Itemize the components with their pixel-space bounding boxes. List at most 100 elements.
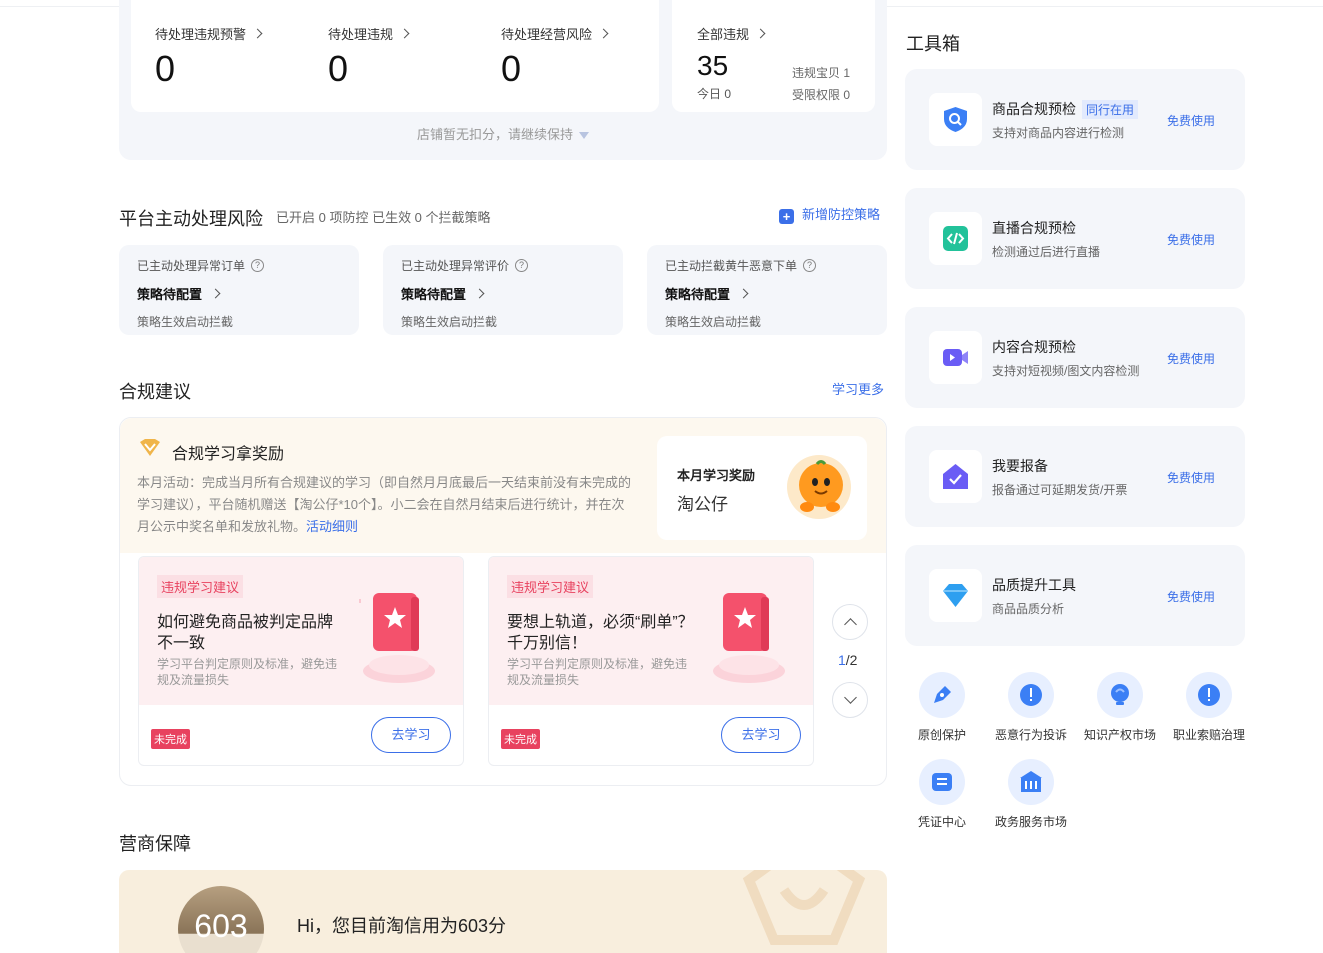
risk-subtitle: 已开启 0 项防控 已生效 0 个拦截策略 bbox=[276, 210, 491, 225]
government-icon bbox=[1008, 759, 1054, 805]
service-government-market[interactable]: 政务服务市场 bbox=[986, 759, 1076, 830]
service-label: 原创保护 bbox=[917, 728, 966, 742]
service-voucher-center[interactable]: 凭证中心 bbox=[897, 759, 987, 830]
risk-card[interactable]: 已主动处理异常订单? 策略待配置 策略生效启动拦截 bbox=[119, 245, 359, 335]
risk-card-desc: 策略生效启动拦截 bbox=[137, 315, 234, 329]
month-reward-value: 淘公仔 bbox=[677, 495, 728, 514]
stat-pending-risk[interactable]: 待处理经营风险 0 bbox=[501, 24, 609, 89]
tool-badge: 同行在用 bbox=[1082, 99, 1139, 119]
chevron-right-icon bbox=[210, 288, 221, 299]
tool-card-report[interactable]: 我要报备 报备通过可延期发货/开票 免费使用 bbox=[905, 426, 1245, 527]
hint-text: 店铺暂无扣分，请继续保持 bbox=[416, 127, 573, 142]
tool-desc: 报备通过可延期发货/开票 bbox=[992, 483, 1128, 497]
free-use-link[interactable]: 免费使用 bbox=[1167, 112, 1215, 129]
free-use-link[interactable]: 免费使用 bbox=[1167, 588, 1215, 605]
reward-description: 本月活动：完成当月所有合规建议的学习（即自然月月底最后一天结束前没有未完成的学习… bbox=[137, 472, 637, 538]
service-label: 恶意行为投诉 bbox=[994, 728, 1067, 742]
house-check-icon bbox=[929, 450, 982, 503]
stat-value: 0 bbox=[501, 48, 522, 89]
risk-card-title: 已主动处理异常订单 bbox=[137, 259, 246, 273]
tool-desc: 支持对短视频/图文内容检测 bbox=[992, 364, 1140, 378]
learn-more-link[interactable]: 学习更多 bbox=[832, 379, 884, 398]
deduction-hint[interactable]: 店铺暂无扣分，请继续保持 bbox=[119, 124, 887, 143]
voucher-icon bbox=[919, 759, 965, 805]
today-violations: 今日 0 bbox=[697, 87, 732, 101]
diamond-icon bbox=[929, 569, 982, 622]
help-icon[interactable]: ? bbox=[251, 259, 265, 272]
risk-card-status: 策略待配置 bbox=[137, 287, 203, 302]
reward-desc-text: 本月活动：完成当月所有合规建议的学习（即自然月月底最后一天结束前没有未完成的学习… bbox=[137, 475, 632, 534]
tool-card-product-check[interactable]: 商品合规预检 同行在用 支持对商品内容进行检测 免费使用 bbox=[905, 69, 1245, 170]
free-use-link[interactable]: 免费使用 bbox=[1167, 350, 1215, 367]
alert-chat-icon bbox=[1186, 672, 1232, 718]
tool-card-live-check[interactable]: 直播合规预检 检测通过后进行直播 免费使用 bbox=[905, 188, 1245, 289]
stat-value: 0 bbox=[328, 48, 349, 89]
chevron-right-icon bbox=[474, 288, 485, 299]
chevron-right-icon bbox=[755, 28, 766, 39]
add-strategy-link[interactable]: + 新增防控策略 bbox=[779, 204, 880, 224]
next-page-button[interactable] bbox=[832, 682, 868, 718]
tool-name: 品质提升工具 bbox=[992, 577, 1076, 593]
video-icon bbox=[929, 331, 982, 384]
diamond-v-icon bbox=[140, 439, 160, 456]
pager: 1/2 bbox=[838, 652, 857, 668]
go-study-button[interactable]: 去学习 bbox=[371, 717, 451, 753]
toolbox-title: 工具箱 bbox=[906, 34, 960, 54]
service-malicious-complaint[interactable]: 恶意行为投诉 bbox=[986, 672, 1076, 743]
stat-pending-violation[interactable]: 待处理违规 0 bbox=[328, 24, 410, 89]
pager-total: /2 bbox=[845, 652, 858, 668]
service-claim-governance[interactable]: 职业索赔治理 bbox=[1164, 672, 1254, 743]
learning-tag: 违规学习建议 bbox=[507, 575, 594, 598]
tool-name: 商品合规预检 bbox=[992, 101, 1076, 117]
chevron-right-icon bbox=[598, 28, 609, 39]
pen-shield-icon bbox=[919, 672, 965, 718]
service-label: 职业索赔治理 bbox=[1172, 728, 1245, 742]
stat-pending-warning[interactable]: 待处理违规预警 0 bbox=[155, 24, 263, 87]
learning-card[interactable]: 违规学习建议 如何避免商品被判定品牌不一致 学习平台判定原则及标准，避免违规及流… bbox=[138, 556, 464, 766]
tool-desc: 支持对商品内容进行检测 bbox=[992, 126, 1125, 140]
free-use-link[interactable]: 免费使用 bbox=[1167, 469, 1215, 486]
learning-desc: 学习平台判定原则及标准，避免违规及流量损失 bbox=[157, 657, 338, 687]
stat-label: 待处理违规 bbox=[328, 27, 394, 42]
chevron-up-icon bbox=[844, 618, 857, 631]
activity-rules-link[interactable]: 活动细则 bbox=[306, 519, 358, 534]
learning-tag: 违规学习建议 bbox=[157, 575, 244, 598]
tool-card-quality[interactable]: 品质提升工具 商品品质分析 免费使用 bbox=[905, 545, 1245, 646]
risk-card-desc: 策略生效启动拦截 bbox=[401, 315, 498, 329]
learning-card[interactable]: 违规学习建议 要想上轨道，必须“刷单”？千万别信！ 学习平台判定原则及标准，避免… bbox=[488, 556, 814, 766]
help-icon[interactable]: ? bbox=[803, 259, 817, 272]
incomplete-badge: 未完成 bbox=[501, 729, 540, 749]
reward-title: 合规学习拿奖励 bbox=[172, 446, 285, 463]
incomplete-badge: 未完成 bbox=[151, 729, 190, 749]
learning-desc: 学习平台判定原则及标准，避免违规及流量损失 bbox=[507, 657, 688, 687]
tool-name: 内容合规预检 bbox=[992, 339, 1076, 355]
chevron-down-icon bbox=[844, 691, 857, 704]
violation-items: 违规宝贝 1 bbox=[792, 66, 851, 80]
free-use-link[interactable]: 免费使用 bbox=[1167, 231, 1215, 248]
go-study-button[interactable]: 去学习 bbox=[721, 717, 801, 753]
alert-chat-icon bbox=[1008, 672, 1054, 718]
risk-card-status: 策略待配置 bbox=[665, 287, 731, 302]
learning-title: 如何避免商品被判定品牌不一致 bbox=[157, 614, 334, 652]
service-original-protection[interactable]: 原创保护 bbox=[897, 672, 987, 743]
risk-card[interactable]: 已主动处理异常评价? 策略待配置 策略生效启动拦截 bbox=[383, 245, 623, 335]
tool-card-content-check[interactable]: 内容合规预检 支持对短视频/图文内容检测 免费使用 bbox=[905, 307, 1245, 408]
month-reward-title: 本月学习奖励 bbox=[677, 468, 756, 483]
tool-desc: 商品品质分析 bbox=[992, 602, 1065, 616]
bag-watermark-icon bbox=[742, 870, 866, 945]
bulb-icon bbox=[1097, 672, 1143, 718]
stat-label: 待处理违规预警 bbox=[155, 27, 247, 42]
risk-card[interactable]: 已主动拦截黄牛恶意下单? 策略待配置 策略生效启动拦截 bbox=[647, 245, 887, 335]
learning-title: 要想上轨道，必须“刷单”？千万别信！ bbox=[507, 614, 694, 652]
stat-all-violations[interactable]: 全部违规 bbox=[697, 24, 766, 43]
help-icon[interactable]: ? bbox=[515, 259, 529, 272]
chevron-right-icon bbox=[399, 28, 410, 39]
pager-current: 1 bbox=[838, 652, 846, 668]
risk-section-title: 平台主动处理风险 bbox=[119, 209, 263, 229]
prev-page-button[interactable] bbox=[832, 604, 868, 640]
service-label: 政务服务市场 bbox=[994, 815, 1067, 829]
service-label: 知识产权市场 bbox=[1083, 728, 1156, 742]
plus-icon: + bbox=[779, 209, 794, 224]
service-label: 凭证中心 bbox=[917, 815, 966, 829]
service-ip-market[interactable]: 知识产权市场 bbox=[1075, 672, 1165, 743]
